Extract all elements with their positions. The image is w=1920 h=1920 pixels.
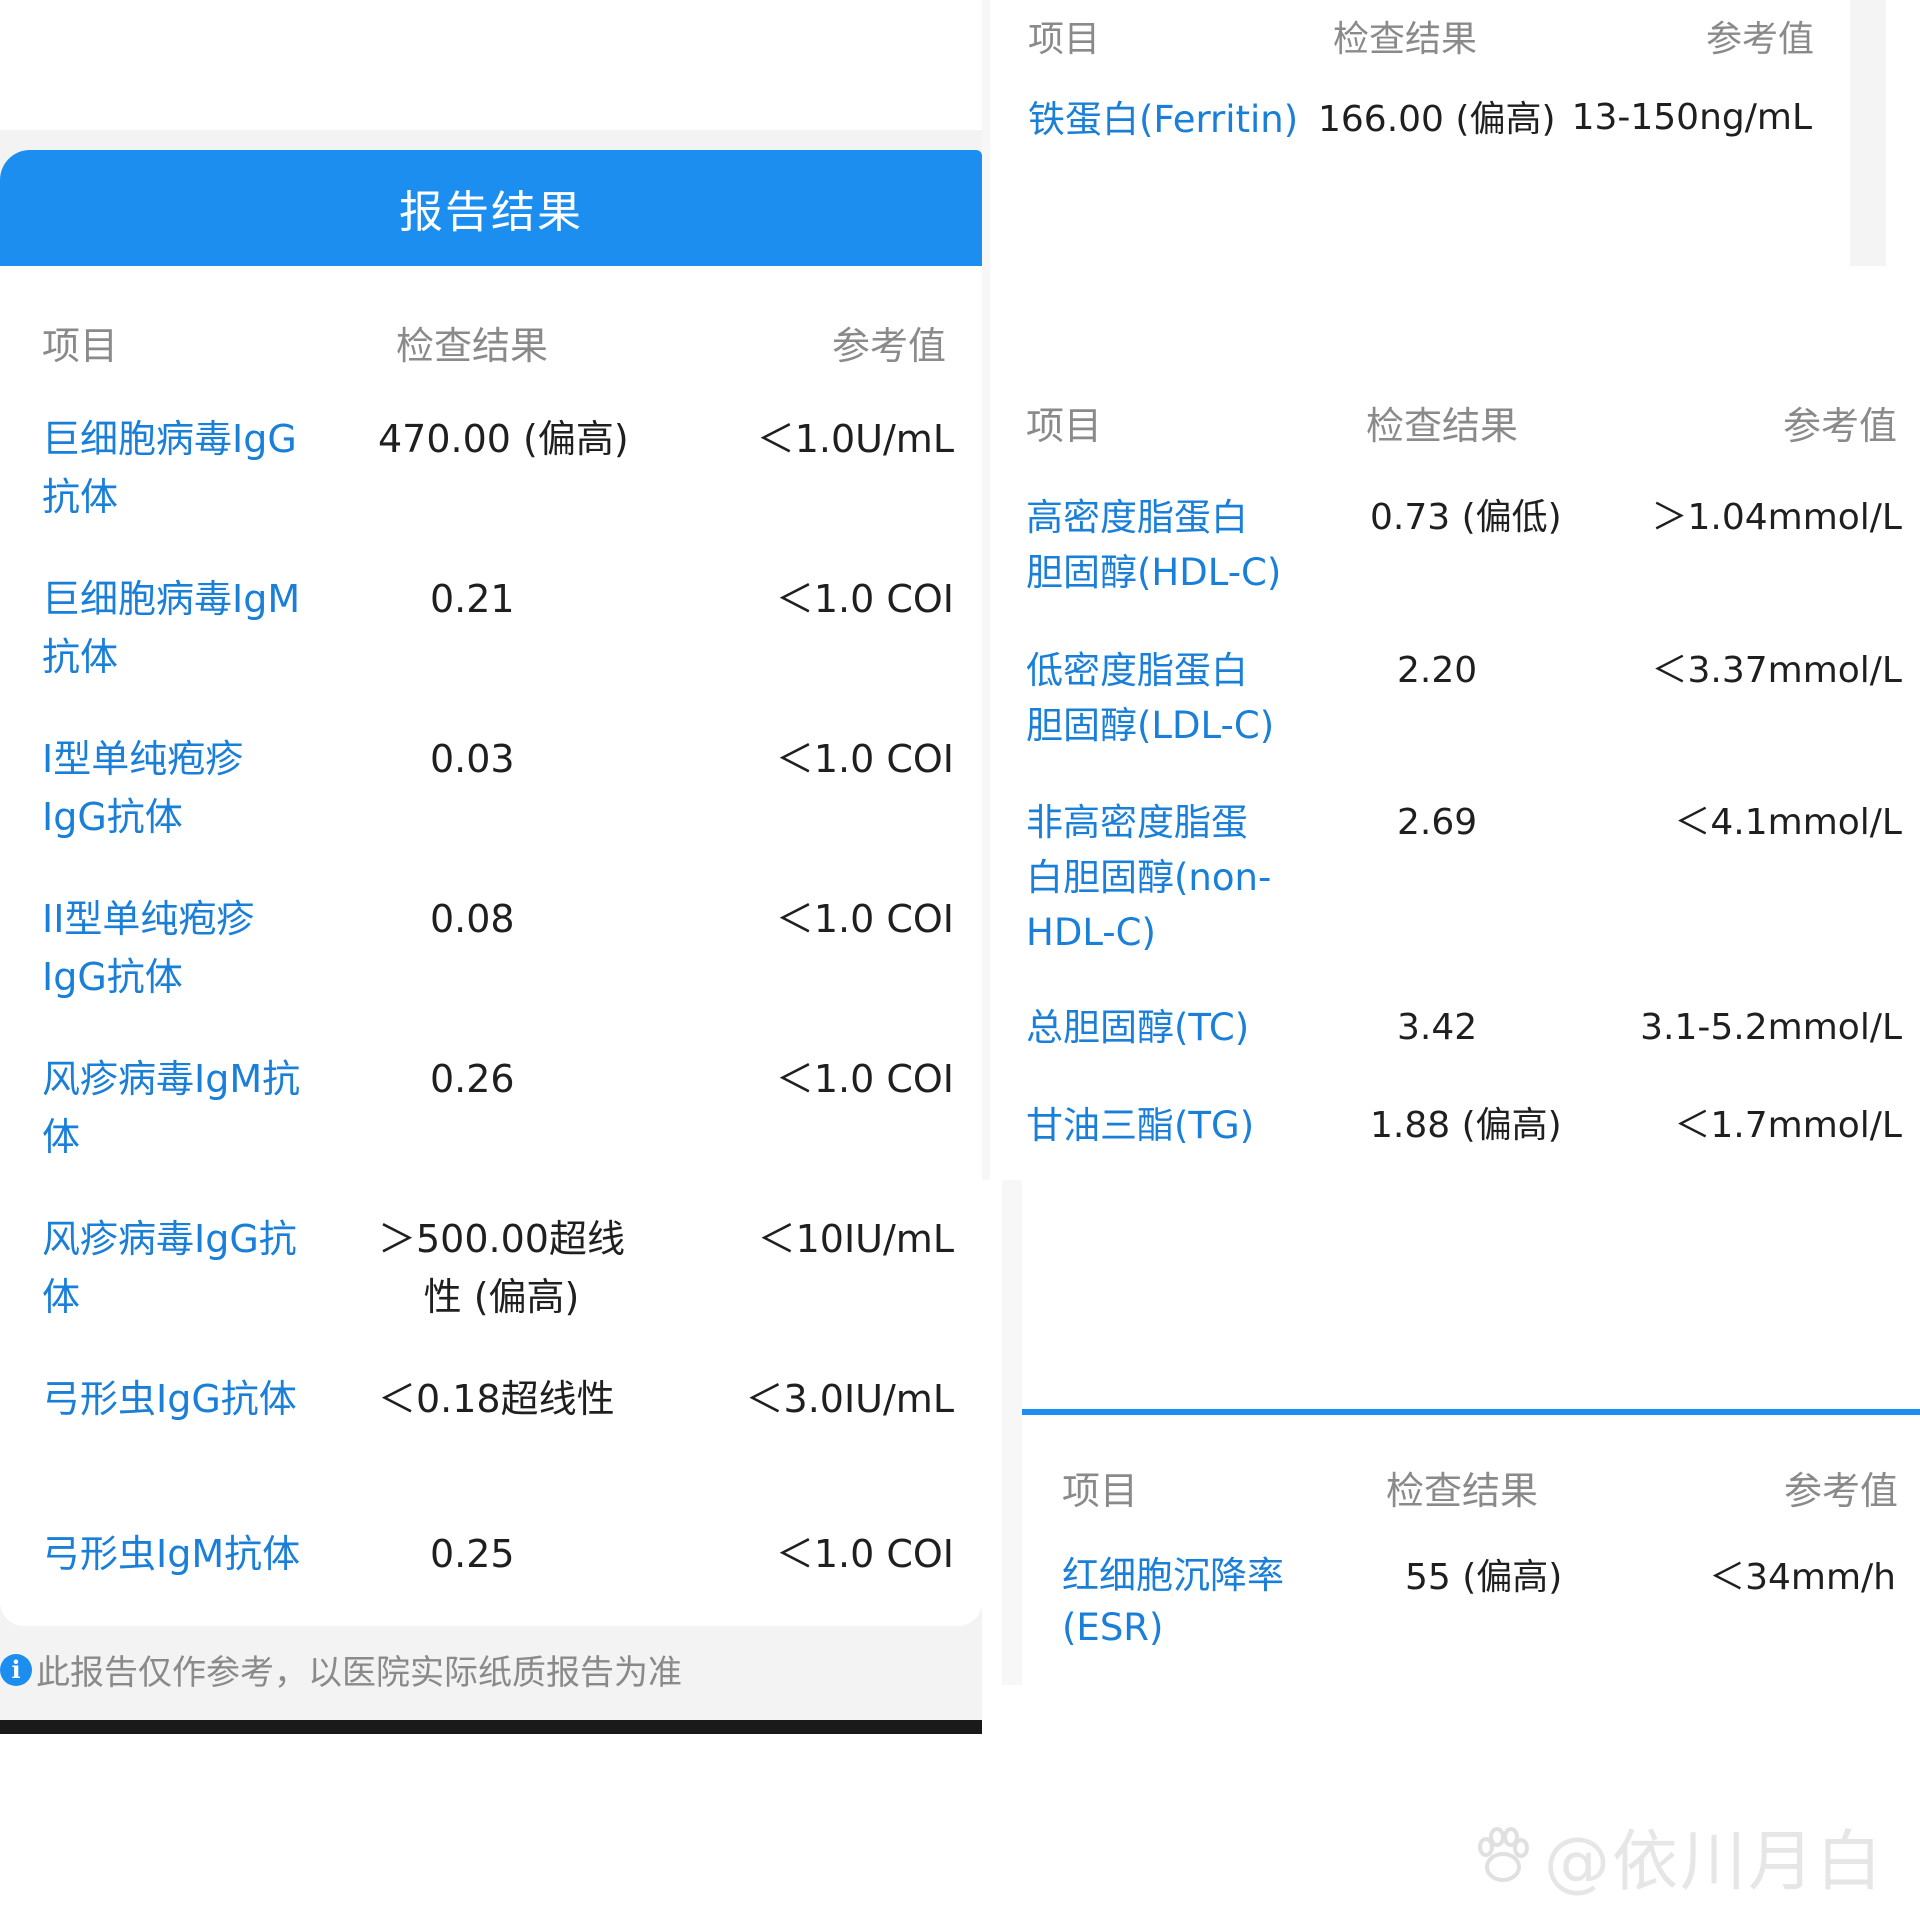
row-item: 弓形虫IgM抗体 (42, 1532, 301, 1576)
ferritin-ref: 13-150ng/mL (1571, 97, 1812, 138)
row-result: 470.00 (偏高) (378, 417, 629, 461)
row-result: 3.42 (1397, 1007, 1478, 1048)
row-item: 风疹病毒IgM抗体 (42, 1057, 301, 1159)
header-result: 检查结果 (1366, 404, 1519, 448)
row-item: 总胆固醇(TC) (1026, 1006, 1250, 1049)
row-result: 0.26 (430, 1057, 515, 1101)
row-item: 巨细胞病毒IgG 抗体 (42, 417, 297, 519)
row-ref: ＞1.04mmol/L (1651, 497, 1902, 538)
header-item: 项目 (1026, 404, 1103, 448)
disclaimer-note: i 此报告仅作参考，以医院实际纸质报告为准 (0, 1645, 682, 1694)
header-item: 项目 (1028, 19, 1101, 60)
row-result: 0.08 (430, 897, 515, 941)
row-item: 高密度脂蛋白 胆固醇(HDL-C) (1026, 496, 1282, 594)
ferritin-item: 铁蛋白(Ferritin) (1028, 98, 1299, 141)
disclaimer-text: 此报告仅作参考，以医院实际纸质报告为准 (36, 1653, 682, 1693)
header-ref: 参考值 (1783, 404, 1898, 448)
row-item: 低密度脂蛋白 胆固醇(LDL-C) (1026, 649, 1275, 747)
esr-result: 55 (偏高) (1405, 1557, 1563, 1598)
row-ref: ＜1.7mmol/L (1674, 1105, 1902, 1146)
row-result: 2.69 (1397, 802, 1478, 843)
row-ref: ＜1.0 COI (775, 897, 954, 941)
row-item: II型单纯疱疹 IgG抗体 (42, 897, 255, 999)
header-item: 项目 (42, 324, 119, 368)
row-item: 非高密度脂蛋 白胆固醇(non- HDL-C) (1026, 801, 1272, 954)
row-result: ＞500.00超线性 (偏高) (378, 1217, 625, 1319)
row-ref: ＜10IU/mL (757, 1217, 954, 1261)
row-ref: 3.1-5.2mmol/L (1640, 1007, 1902, 1048)
section-divider (1022, 1409, 1920, 1415)
report-title: 报告结果 (399, 187, 583, 238)
report-title-bar: 报告结果 (0, 150, 982, 266)
watermark-text: @依川月白 (1544, 1823, 1884, 1900)
info-icon: i (0, 1653, 32, 1686)
row-ref: ＜1.0 COI (775, 1057, 954, 1101)
row-ref: ＜1.0 COI (775, 737, 954, 781)
row-result: ＜0.18超线性 (378, 1377, 615, 1421)
row-result: 0.21 (430, 577, 515, 621)
row-result: 1.88 (偏高) (1370, 1105, 1562, 1146)
row-result: 0.25 (430, 1532, 515, 1576)
ferritin-result: 166.00 (偏高) (1318, 99, 1556, 140)
header-ref: 参考值 (1784, 1469, 1899, 1513)
row-ref: ＜1.0 COI (775, 1532, 954, 1576)
row-item: 弓形虫IgG抗体 (42, 1377, 297, 1421)
row-item: 风疹病毒IgG抗体 (42, 1217, 297, 1319)
row-ref: ＜1.0 COI (775, 577, 954, 621)
row-ref: ＜3.0IU/mL (745, 1377, 954, 1421)
row-ref: ＜4.1mmol/L (1674, 802, 1902, 843)
paw-icon (1468, 1821, 1538, 1891)
row-result: 0.03 (430, 737, 515, 781)
header-result: 检查结果 (1386, 1469, 1539, 1513)
header-ref: 参考值 (832, 324, 947, 368)
esr-item: 红细胞沉降率 (ESR) (1062, 1554, 1284, 1649)
row-result: 2.20 (1397, 650, 1478, 691)
esr-ref: ＜34mm/h (1709, 1557, 1896, 1598)
header-item: 项目 (1062, 1469, 1139, 1513)
bottom-bar (0, 1720, 982, 1734)
row-item: 甘油三酯(TG) (1026, 1104, 1255, 1147)
row-ref: ＜1.0U/mL (756, 417, 954, 461)
row-item: I型单纯疱疹 IgG抗体 (42, 737, 244, 839)
header-ref: 参考值 (1706, 19, 1815, 60)
header-result: 检查结果 (1333, 19, 1478, 60)
row-item: 巨细胞病毒IgM 抗体 (42, 577, 301, 679)
header-result: 检查结果 (396, 324, 549, 368)
watermark: @依川月白 (1468, 1808, 1884, 1904)
row-ref: ＜3.37mmol/L (1651, 650, 1902, 691)
row-result: 0.73 (偏低) (1370, 497, 1562, 538)
